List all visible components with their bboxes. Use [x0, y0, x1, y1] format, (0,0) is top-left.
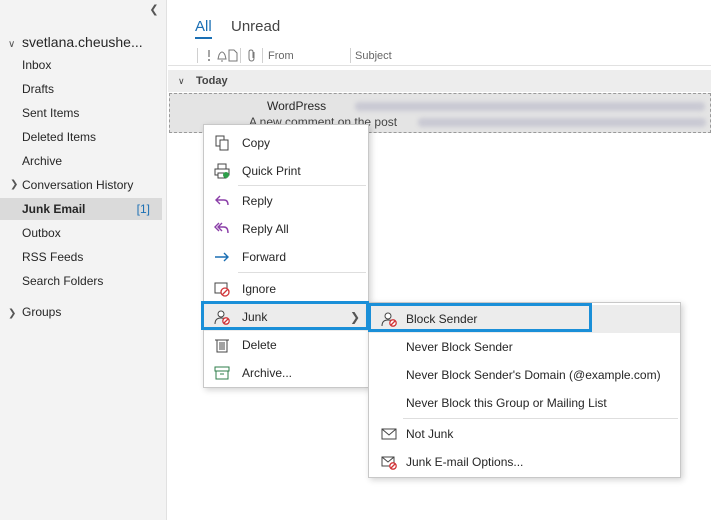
menu-item-copy[interactable]: Copy: [204, 129, 368, 157]
folder-label: Search Folders: [22, 274, 104, 288]
groups-section[interactable]: ❯ Groups: [8, 305, 61, 319]
folder-inbox[interactable]: Inbox: [0, 54, 162, 76]
reply-all-icon: [214, 222, 229, 234]
menu-item-label: Forward: [242, 250, 287, 264]
menu-item-ignore[interactable]: Ignore: [204, 275, 368, 303]
menu-item-label: Delete: [242, 338, 277, 352]
column-subject[interactable]: Subject: [355, 50, 392, 62]
menu-item-label: Junk E-mail Options...: [406, 455, 524, 469]
message-sender: WordPress: [267, 99, 327, 113]
folder-label: Drafts: [22, 82, 55, 96]
chevron-down-icon: ∨: [178, 76, 185, 86]
folder-sent-items[interactable]: Sent Items: [0, 102, 162, 124]
menu-item-label: Copy: [242, 136, 271, 150]
chevron-right-icon: ❯: [10, 179, 19, 190]
column-separator: [262, 48, 263, 63]
account-header[interactable]: ∨ svetlana.cheushe...: [8, 34, 166, 50]
folder-label: Junk Email: [22, 202, 86, 216]
menu-divider: [238, 272, 366, 273]
chevron-right-icon: ❯: [8, 308, 17, 319]
archive-icon: [214, 366, 230, 380]
menu-item-quick-print[interactable]: Quick Print: [204, 157, 368, 185]
menu-item-forward[interactable]: Forward: [204, 243, 368, 271]
folder-label: Conversation History: [22, 178, 134, 192]
folder-rss-feeds[interactable]: RSS Feeds: [0, 246, 162, 268]
column-separator: [240, 48, 241, 63]
menu-item-label: Never Block Sender: [406, 340, 513, 354]
tab-unread[interactable]: Unread: [231, 18, 280, 35]
folder-junk-email[interactable]: Junk Email [1]: [0, 198, 162, 220]
menu-item-label: Reply All: [242, 222, 289, 236]
menu-item-never-block-domain[interactable]: Never Block Sender's Domain (@example.co…: [369, 361, 680, 389]
forward-icon: [215, 252, 229, 262]
column-header: From Subject: [168, 46, 711, 66]
menu-item-label: Reply: [242, 194, 273, 208]
column-separator: [197, 48, 198, 63]
menu-item-archive[interactable]: Archive...: [204, 359, 368, 387]
attachment-icon[interactable]: [246, 49, 258, 62]
folder-pane: ❮ ∨ svetlana.cheushe... Inbox Drafts Sent…: [0, 0, 167, 520]
menu-item-never-block-group[interactable]: Never Block this Group or Mailing List: [369, 389, 680, 417]
blurred-preview: [418, 118, 706, 127]
folder-label: Outbox: [22, 226, 61, 240]
menu-item-label: Archive...: [242, 366, 293, 380]
menu-divider: [403, 418, 678, 419]
menu-divider: [238, 185, 366, 186]
menu-item-label: Ignore: [242, 282, 277, 296]
account-name: svetlana.cheushe...: [22, 34, 143, 50]
group-header-today[interactable]: ∨ Today: [168, 70, 711, 92]
menu-item-label: Never Block Sender's Domain (@example.co…: [406, 368, 661, 382]
folder-label: Sent Items: [22, 106, 80, 120]
tab-all[interactable]: All: [195, 18, 212, 39]
folder-label: Inbox: [22, 58, 52, 72]
group-label: Today: [196, 75, 228, 87]
blurred-subject: [355, 102, 705, 111]
folder-label: Deleted Items: [22, 130, 97, 144]
folder-label: RSS Feeds: [22, 250, 84, 264]
print-icon: [214, 163, 230, 179]
folder-conversation-history[interactable]: ❯ Conversation History: [0, 174, 162, 196]
delete-icon: [215, 339, 229, 353]
menu-item-never-block-sender[interactable]: Never Block Sender: [369, 333, 680, 361]
junk-options-icon: [381, 456, 397, 470]
chevron-down-icon: ∨: [8, 39, 16, 50]
menu-item-label: Quick Print: [242, 164, 301, 178]
column-from[interactable]: From: [268, 50, 294, 62]
menu-item-label: Never Block this Group or Mailing List: [406, 396, 607, 410]
folder-label: Archive: [22, 154, 63, 168]
menu-item-reply[interactable]: Reply: [204, 187, 368, 215]
ignore-icon: [214, 282, 230, 297]
groups-label: Groups: [22, 305, 62, 319]
unread-count: [1]: [136, 202, 150, 216]
copy-icon: [215, 135, 229, 151]
context-menu: Copy Quick Print Reply Reply All Forward…: [203, 124, 369, 388]
folder-search-folders[interactable]: Search Folders: [0, 270, 162, 292]
folder-drafts[interactable]: Drafts: [0, 78, 162, 100]
document-icon[interactable]: [227, 49, 239, 62]
highlight-block-sender-box: [368, 303, 592, 332]
reply-icon: [215, 195, 229, 206]
menu-item-reply-all[interactable]: Reply All: [204, 215, 368, 243]
folder-deleted-items[interactable]: Deleted Items: [0, 126, 162, 148]
importance-icon[interactable]: [203, 49, 215, 62]
menu-item-delete[interactable]: Delete: [204, 331, 368, 359]
column-separator: [350, 48, 351, 63]
highlight-junk-box: [201, 301, 369, 330]
not-junk-icon: [381, 428, 397, 440]
menu-item-junk-options[interactable]: Junk E-mail Options...: [369, 448, 680, 476]
menu-item-label: Not Junk: [406, 427, 454, 441]
folder-outbox[interactable]: Outbox: [0, 222, 162, 244]
collapse-pane-icon[interactable]: ❮: [147, 3, 161, 17]
menu-item-not-junk[interactable]: Not Junk: [369, 420, 680, 448]
folder-archive[interactable]: Archive: [0, 150, 162, 172]
